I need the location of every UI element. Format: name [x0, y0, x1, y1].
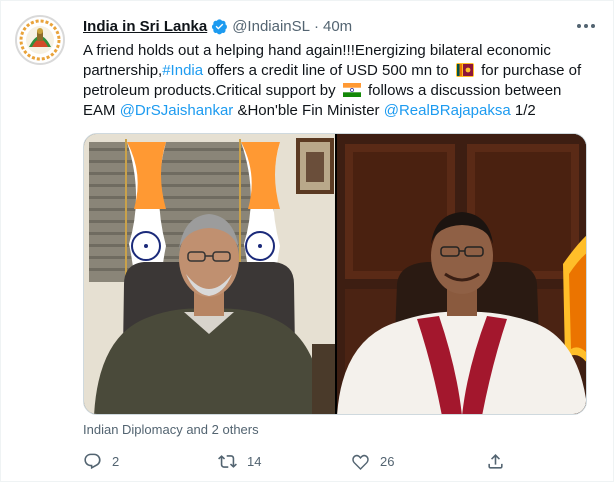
- avatar[interactable]: [15, 15, 65, 65]
- like-icon: [352, 454, 369, 470]
- text-segment: follows a discussion between: [363, 82, 562, 99]
- tweet-card[interactable]: India in Sri Lanka @IndiainSL · 40m A fr…: [0, 0, 614, 482]
- reply-icon: [84, 453, 101, 469]
- tweet-text-line: EAM @DrSJaishankar &Hon'ble Fin Minister…: [83, 101, 595, 121]
- video-frame-rajapaksa: [337, 134, 586, 414]
- sri-lanka-flag-icon: [455, 63, 474, 77]
- author-name[interactable]: India in Sri Lanka: [83, 18, 207, 35]
- like-button[interactable]: 26: [351, 449, 394, 473]
- tweet-text-line: A friend holds out a helping hand again!…: [83, 41, 595, 61]
- tweet-text-line: partnership,#India offers a credit line …: [83, 61, 595, 81]
- mention-link-rajapaksa[interactable]: @RealBRajapaksa: [384, 102, 511, 119]
- retweet-button[interactable]: 14: [218, 449, 261, 473]
- text-segment: &Hon'ble Fin Minister: [233, 102, 384, 119]
- video-panel-right[interactable]: [337, 134, 586, 414]
- text-segment: partnership,: [83, 62, 163, 79]
- text-segment: offers a credit line of USD 500 mn to: [203, 62, 453, 79]
- tweet-text: A friend holds out a helping hand again!…: [83, 41, 595, 121]
- retweet-icon: [218, 454, 237, 468]
- tweet-timestamp[interactable]: 40m: [323, 18, 352, 35]
- tweet-text-line: petroleum products.Critical support by f…: [83, 81, 595, 101]
- tweet-header: India in Sri Lanka @IndiainSL · 40m: [83, 15, 352, 37]
- tweet-actions: 2 14 26: [83, 449, 513, 473]
- like-count: 26: [380, 453, 395, 469]
- retweet-count: 14: [247, 453, 262, 469]
- text-segment: A friend holds out a helping hand again!…: [83, 42, 551, 59]
- text-segment: 1/2: [510, 102, 536, 119]
- video-frame-jaishankar: [84, 134, 335, 414]
- author-handle[interactable]: @IndiainSL: [232, 18, 310, 35]
- verified-badge-icon: [212, 18, 228, 34]
- tweet-media[interactable]: [83, 133, 587, 415]
- text-segment: petroleum products.Critical support by: [83, 82, 340, 99]
- separator: ·: [313, 17, 319, 35]
- text-segment: EAM: [83, 102, 120, 119]
- more-icon[interactable]: [575, 17, 597, 35]
- mention-link-jaishankar[interactable]: @DrSJaishankar: [120, 102, 234, 119]
- share-button[interactable]: [486, 449, 505, 473]
- reply-count: 2: [112, 453, 120, 469]
- media-tagged-users[interactable]: Indian Diplomacy and 2 others: [83, 422, 259, 437]
- emblem-logo-icon: [18, 18, 62, 62]
- hashtag-link[interactable]: #India: [162, 62, 203, 79]
- video-panel-left[interactable]: [84, 134, 335, 414]
- reply-button[interactable]: 2: [83, 449, 119, 473]
- india-flag-icon: [342, 83, 361, 97]
- text-segment: for purchase of: [476, 62, 582, 79]
- share-icon: [488, 453, 503, 469]
